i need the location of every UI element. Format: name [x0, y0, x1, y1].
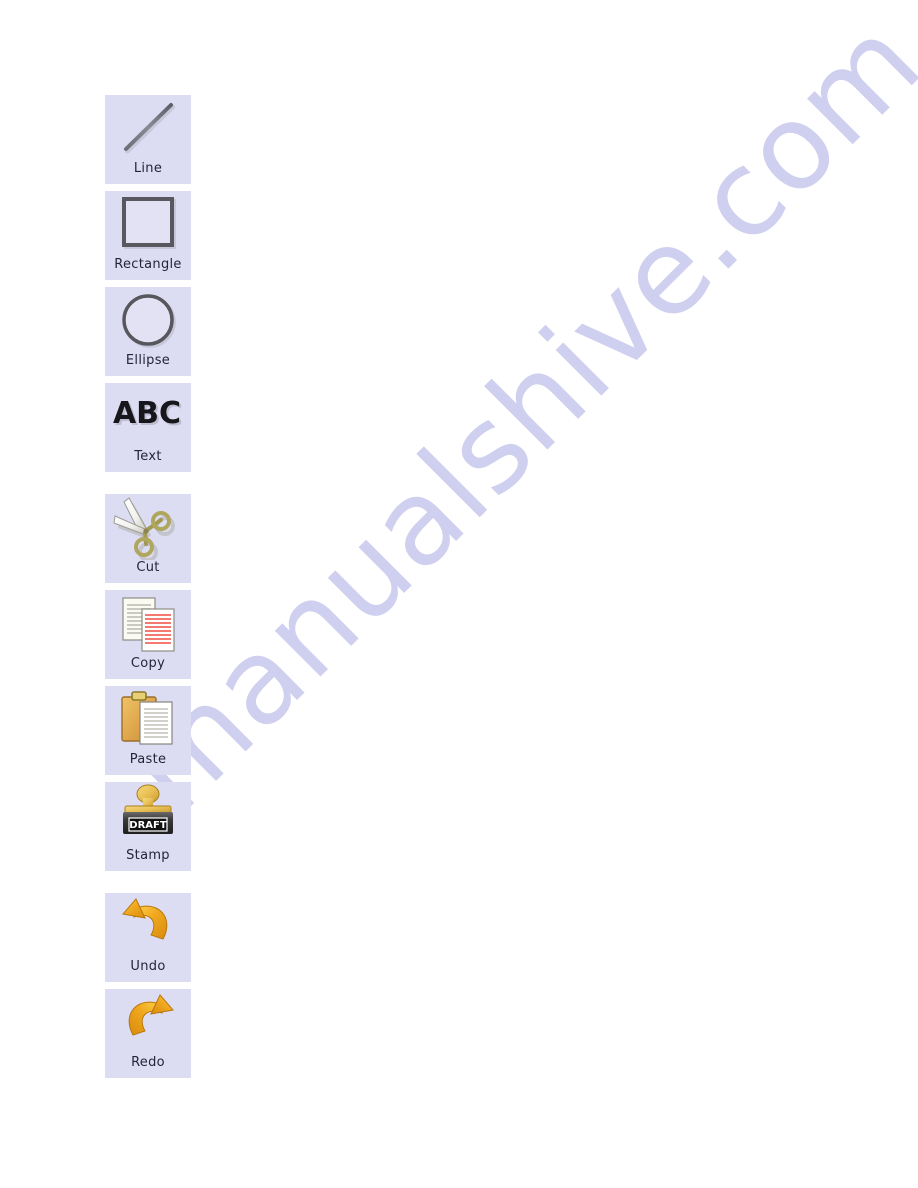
tool-label-redo: Redo	[131, 1055, 165, 1070]
ellipse-icon	[105, 287, 191, 353]
watermark-text: manualshive.com	[101, 0, 918, 838]
tool-tile-copy[interactable]: Copy	[105, 590, 191, 679]
tool-tile-cut[interactable]: Cut	[105, 494, 191, 583]
tool-label-copy: Copy	[130, 656, 166, 671]
tool-tile-undo[interactable]: Undo	[105, 893, 191, 982]
undo-arrow-icon	[105, 893, 191, 959]
abc-text-icon: ABC ABC	[105, 383, 191, 449]
clipboard-paste-icon	[105, 686, 191, 752]
redo-arrow-icon	[105, 989, 191, 1055]
tool-tile-paste[interactable]: Paste	[105, 686, 191, 775]
tool-label-text: Text	[134, 449, 162, 464]
tool-label-line: Line	[133, 161, 163, 176]
line-icon	[105, 95, 191, 161]
tool-label-stamp: Stamp	[126, 848, 170, 863]
tool-label-paste: Paste	[129, 752, 167, 767]
tool-tile-text[interactable]: ABC ABC Text	[105, 383, 191, 472]
rubber-stamp-icon: DRAFT	[105, 782, 191, 848]
tool-label-undo: Undo	[130, 959, 166, 974]
tool-tile-stamp[interactable]: DRAFT Stamp	[105, 782, 191, 871]
stamp-draft-text: DRAFT	[129, 820, 167, 831]
tool-tile-ellipse[interactable]: Ellipse	[105, 287, 191, 376]
tool-palette: Line Rectangle Ellipse ABC ABC Text Cut …	[105, 95, 191, 1078]
abc-glyph-text: ABC	[113, 396, 181, 431]
rectangle-icon	[105, 191, 191, 257]
scissors-icon	[105, 494, 191, 560]
tool-tile-line[interactable]: Line	[105, 95, 191, 184]
tool-label-cut: Cut	[136, 560, 160, 575]
tool-label-ellipse: Ellipse	[125, 353, 171, 368]
tool-label-rectangle: Rectangle	[114, 257, 182, 272]
copy-documents-icon	[105, 590, 191, 656]
tool-tile-rectangle[interactable]: Rectangle	[105, 191, 191, 280]
tool-tile-redo[interactable]: Redo	[105, 989, 191, 1078]
